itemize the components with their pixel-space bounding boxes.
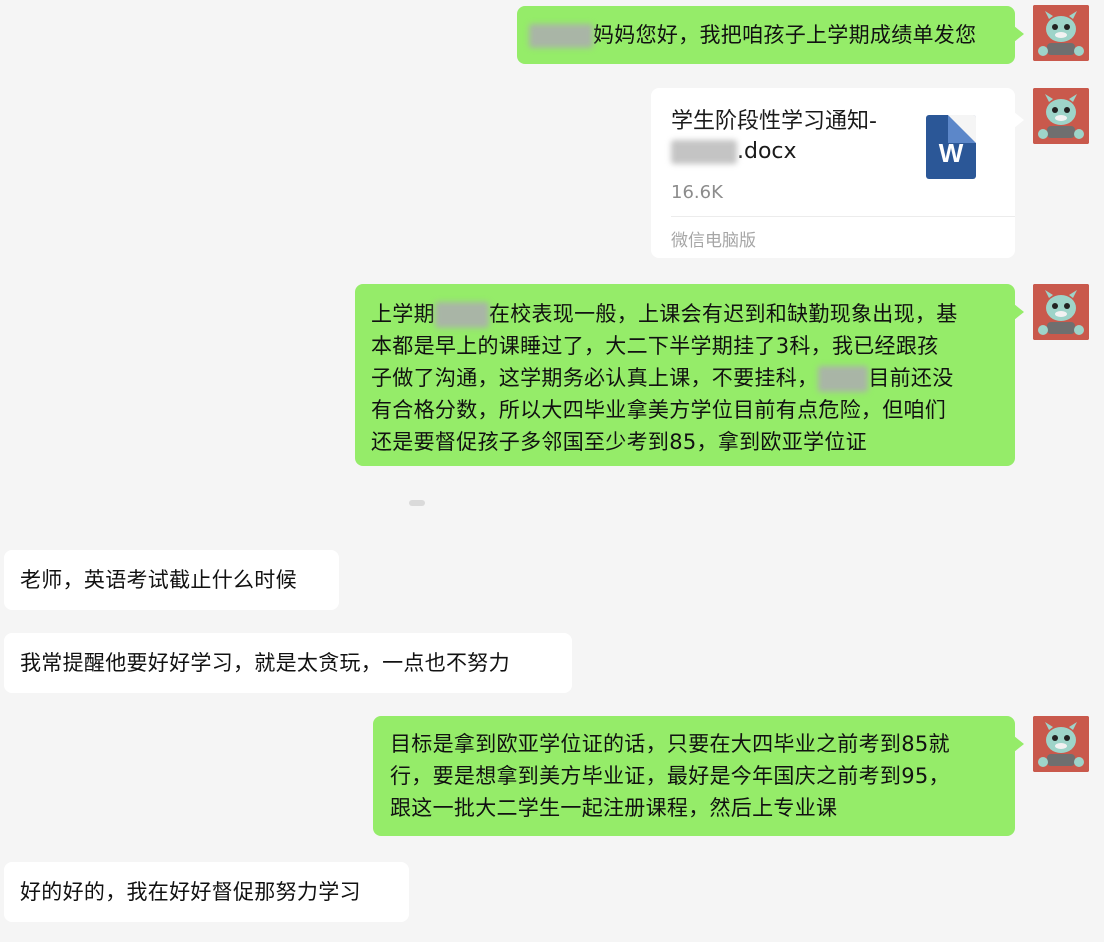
message-line: 上学期 在校表现一般，上课会有迟到和缺勤现象出现，基 [371, 302, 958, 328]
dragon-avatar-icon [1033, 88, 1089, 144]
redacted-name [818, 366, 869, 392]
message-line: 子做了沟通，这学期务必认真上课，不要挂科， 目前还没 [371, 366, 954, 392]
timestamp [409, 500, 425, 506]
message-bubble-received[interactable]: 我常提醒他要好好学习，就是太贪玩，一点也不努力 [4, 633, 572, 693]
message-bubble-sent[interactable]: 妈妈您好，我把咱孩子上学期成绩单发您 [517, 6, 1024, 64]
file-source-label: 微信电脑版 [671, 231, 756, 251]
message-bubble-sent[interactable]: 上学期 在校表现一般，上课会有迟到和缺勤现象出现，基 本都是早上的课睡过了，大二下… [355, 284, 1024, 466]
message-line: 本都是早上的课睡过了，大二下半学期挂了3科，我已经跟孩 [371, 334, 939, 358]
file-name-line1: 学生阶段性学习通知- [671, 109, 877, 134]
message-line: 跟这一批大二学生一起注册课程，然后上专业课 [390, 796, 838, 820]
message-text: 我常提醒他要好好学习，就是太贪玩，一点也不努力 [20, 651, 510, 675]
message-line: 还是要督促孩子多邻国至少考到85，拿到欧亚学位证 [371, 430, 867, 454]
dragon-avatar-icon [1033, 716, 1089, 772]
message-text: 老师，英语考试截止什么时候 [20, 568, 297, 592]
avatar[interactable] [1033, 88, 1089, 144]
file-name-line2: .docx [671, 135, 797, 169]
dragon-avatar-icon [1033, 5, 1089, 61]
avatar[interactable] [1033, 716, 1089, 772]
redacted-name [529, 24, 593, 48]
message-line: 行，要是想拿到美方毕业证，最好是今年国庆之前考到95， [390, 764, 950, 788]
message-line: 有合格分数，所以大四毕业拿美方学位目前有点危险，但咱们 [371, 398, 947, 422]
message-bubble-sent[interactable]: 目标是拿到欧亚学位证的话，只要在大四毕业之前考到85就 行，要是想拿到美方毕业证… [373, 716, 1024, 836]
avatar[interactable] [1033, 5, 1089, 61]
message-text: 妈妈您好，我把咱孩子上学期成绩单发您 [593, 23, 977, 47]
message-bubble-received[interactable]: 好的好的，我在好好督促那努力学习 [4, 862, 409, 922]
redacted-name [434, 302, 489, 328]
word-doc-icon: W [926, 115, 976, 179]
dragon-avatar-icon [1033, 284, 1089, 340]
message-bubble-received[interactable]: 老师，英语考试截止什么时候 [4, 550, 339, 610]
file-message-card[interactable]: 学生阶段性学习通知- .docx 16.6K W 微信电脑版 [651, 88, 1024, 258]
file-size: 16.6K [671, 182, 723, 203]
redacted-name [671, 140, 737, 164]
avatar[interactable] [1033, 284, 1089, 340]
divider [671, 216, 1015, 217]
message-line: 目标是拿到欧亚学位证的话，只要在大四毕业之前考到85就 [390, 732, 950, 756]
message-text: 好的好的，我在好好督促那努力学习 [20, 880, 361, 904]
